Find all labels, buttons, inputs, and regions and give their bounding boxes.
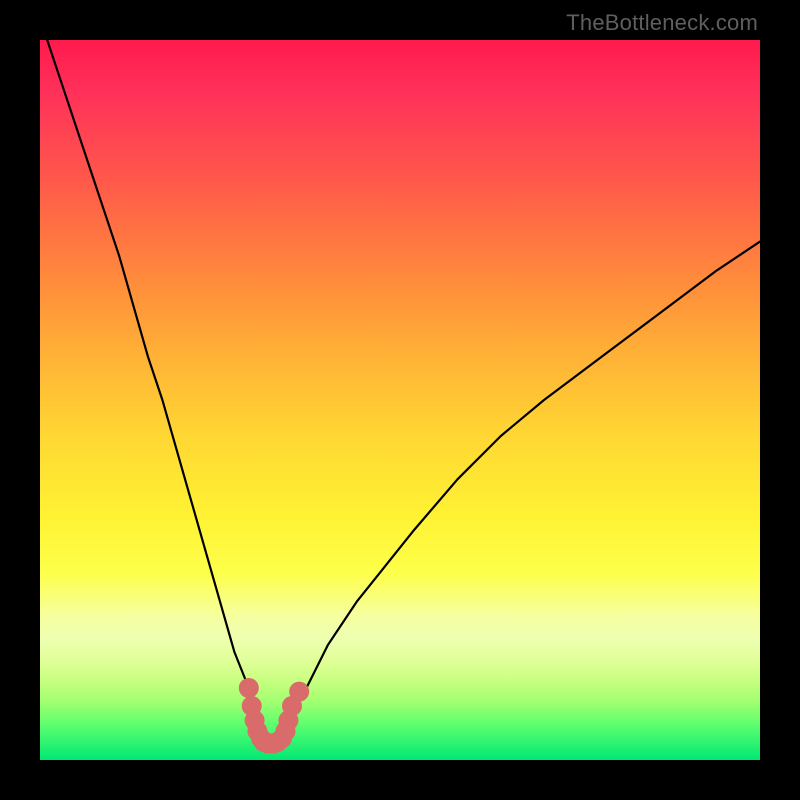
plot-area [40, 40, 760, 760]
bottleneck-curve-svg [40, 40, 760, 760]
bottleneck-curve-path [47, 40, 760, 743]
highlight-band-markers [239, 678, 309, 753]
highlight-marker [289, 682, 309, 702]
chart-frame: TheBottleneck.com [0, 0, 800, 800]
attribution-watermark: TheBottleneck.com [566, 10, 758, 36]
highlight-marker [239, 678, 259, 698]
